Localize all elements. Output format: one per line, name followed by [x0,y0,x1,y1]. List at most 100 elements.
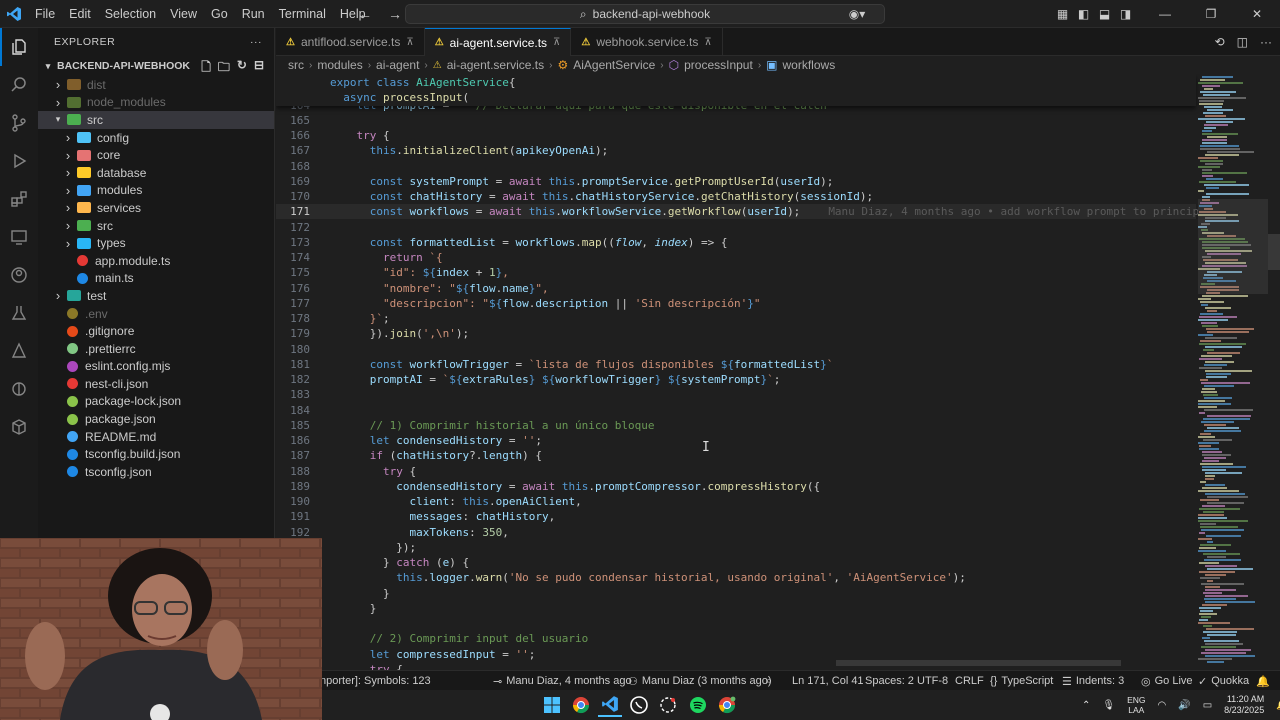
forward-arrow-icon[interactable]: → [388,6,402,22]
breadcrumb-item[interactable]: ai-agent.service.ts [447,58,544,72]
pin-icon[interactable]: ⊼ [553,37,560,48]
accounts-icon[interactable] [0,256,38,294]
spotify-icon[interactable] [686,693,710,717]
code-line[interactable]: 184 [276,403,1196,418]
tab-antiflood[interactable]: ⚠ antiflood.service.ts ⊼ [276,28,425,56]
vscode-taskbar-icon[interactable] [598,693,622,717]
horizontal-scrollbar[interactable] [836,660,1121,666]
code-line[interactable]: 187 if (chatHistory?.length) { [276,448,1196,463]
status-author[interactable]: ⚇ Manu Diaz (3 months ago) [628,671,772,691]
code-line[interactable]: 166 try { [276,128,1196,143]
status-git-blame[interactable]: ⊸ Manu Diaz, 4 months ago [493,671,632,691]
code-line[interactable]: 169 const systemPrompt = await this.prom… [276,174,1196,189]
code-line[interactable]: 183 [276,387,1196,402]
language-indicator[interactable]: ENG LAA [1127,695,1145,715]
toggle-panel-icon[interactable]: ⬓ [1094,0,1115,28]
menu-edit[interactable]: Edit [62,0,98,28]
zoom-icon[interactable]: ⌕ [766,671,772,691]
menu-view[interactable]: View [163,0,204,28]
sticky-scroll[interactable]: export class AiAgentService{ async proce… [276,74,1196,106]
tree-folder[interactable]: › test [38,287,274,305]
breadcrumb-item[interactable]: src [288,58,304,72]
tree-folder[interactable]: › core [38,146,274,164]
code-line[interactable]: 176 "nombre": "${flow.name}", [276,281,1196,296]
tree-folder[interactable]: › node_modules [38,94,274,112]
code-line[interactable]: 173 const formattedList = workflows.map(… [276,235,1196,250]
tree-file[interactable]: package.json [38,410,274,428]
tree-file[interactable]: main.ts [38,270,274,288]
code-line[interactable]: 196 } [276,586,1196,601]
battery-icon[interactable]: ▭ [1203,700,1212,711]
code-line[interactable]: 191 messages: chatHistory, [276,509,1196,524]
code-line[interactable]: 198 [276,616,1196,631]
minimize-button[interactable]: — [1142,0,1188,28]
tree-file[interactable]: .gitignore [38,322,274,340]
code-line[interactable]: 165 [276,113,1196,128]
layout-customize-icon[interactable]: ▦ [1052,0,1073,28]
refresh-icon[interactable]: ↻ [237,58,247,79]
code-line[interactable]: 172 [276,220,1196,235]
code-line[interactable]: 180 [276,342,1196,357]
code-line[interactable]: 177 "descripcion": "${flow.description |… [276,296,1196,311]
code-line[interactable]: 188 try { [276,464,1196,479]
clock[interactable]: 11:20 AM 8/23/2025 [1224,694,1264,716]
collapse-all-icon[interactable]: ⊟ [254,58,264,79]
code-line[interactable]: 179 }).join(',\n'); [276,326,1196,341]
docker-icon[interactable] [0,332,38,370]
breadcrumb-item[interactable]: processInput [684,58,753,72]
code-line[interactable]: 181 const workflowTrigger = `lista de fl… [276,357,1196,372]
tree-file[interactable]: nest-cli.json [38,375,274,393]
timeline-icon[interactable]: ⟲ [1215,35,1225,49]
minimap[interactable] [1198,74,1268,670]
chrome-profile-icon[interactable] [715,693,739,717]
tree-file[interactable]: tsconfig.build.json [38,445,274,463]
scrollbar-thumb[interactable] [1268,234,1280,270]
tree-folder[interactable]: ▾ src [38,111,274,129]
code-line[interactable]: 168 [276,159,1196,174]
whatsapp-icon[interactable] [627,693,651,717]
code-line[interactable]: 178 }`; [276,311,1196,326]
menu-go[interactable]: Go [204,0,235,28]
chatgpt-icon[interactable] [656,693,680,717]
sticky-line[interactable]: async processInput( [276,90,1196,105]
code-editor[interactable]: 164 let promptAI = '' // Declarar aquí p… [276,74,1280,670]
chevron-up-icon[interactable]: ⌃ [1082,700,1090,711]
new-folder-icon[interactable]: 🗀 [218,58,230,79]
tree-folder[interactable]: › database [38,164,274,182]
tree-folder[interactable]: › config [38,129,274,147]
code-line[interactable]: 189 condensedHistory = await this.prompt… [276,479,1196,494]
copilot-icon[interactable]: ◉▾ [842,0,872,28]
close-button[interactable]: ✕ [1234,0,1280,28]
live-share-icon[interactable] [0,370,38,408]
status-eol[interactable]: CRLF [955,671,984,691]
code-line[interactable]: 175 "id": ${index + 1}, [276,265,1196,280]
menu-run[interactable]: Run [235,0,272,28]
explorer-icon[interactable] [0,28,38,66]
code-line[interactable]: 193 }); [276,540,1196,555]
code-line[interactable]: 190 client: this.openAiClient, [276,494,1196,509]
tree-folder[interactable]: › types [38,234,274,252]
vertical-scrollbar[interactable] [1268,74,1280,670]
code-line[interactable]: 171 const workflows = await this.workflo… [276,204,1239,220]
testing-icon[interactable] [0,294,38,332]
tree-file[interactable]: eslint.config.mjs [38,358,274,376]
notification-bell-icon[interactable]: 🔔 [1276,700,1280,711]
remote-explorer-icon[interactable] [0,218,38,256]
new-file-icon[interactable]: 🗋 [201,58,211,79]
restore-button[interactable]: ❐ [1188,0,1234,28]
source-control-icon[interactable] [0,104,38,142]
tree-file[interactable]: tsconfig.json [38,463,274,481]
microphone-icon[interactable]: 🎙 [1102,700,1115,711]
toggle-sidebar-icon[interactable]: ◧ [1073,0,1094,28]
breadcrumb-item[interactable]: AiAgentService [573,58,655,72]
minimap-viewport[interactable] [1198,199,1268,294]
breadcrumb-item[interactable]: ai-agent [376,58,419,72]
back-arrow-icon[interactable]: ← [358,6,372,22]
code-line[interactable]: 186 let condensedHistory = ''; [276,433,1196,448]
wifi-icon[interactable]: ◠ [1158,700,1167,711]
more-actions-icon[interactable]: ··· [1260,35,1272,49]
status-position[interactable]: Ln 171, Col 41 [792,671,864,691]
tree-file[interactable]: .prettierrc [38,340,274,358]
code-line[interactable]: 197 } [276,601,1196,616]
code-line[interactable]: 194 } catch (e) { [276,555,1196,570]
